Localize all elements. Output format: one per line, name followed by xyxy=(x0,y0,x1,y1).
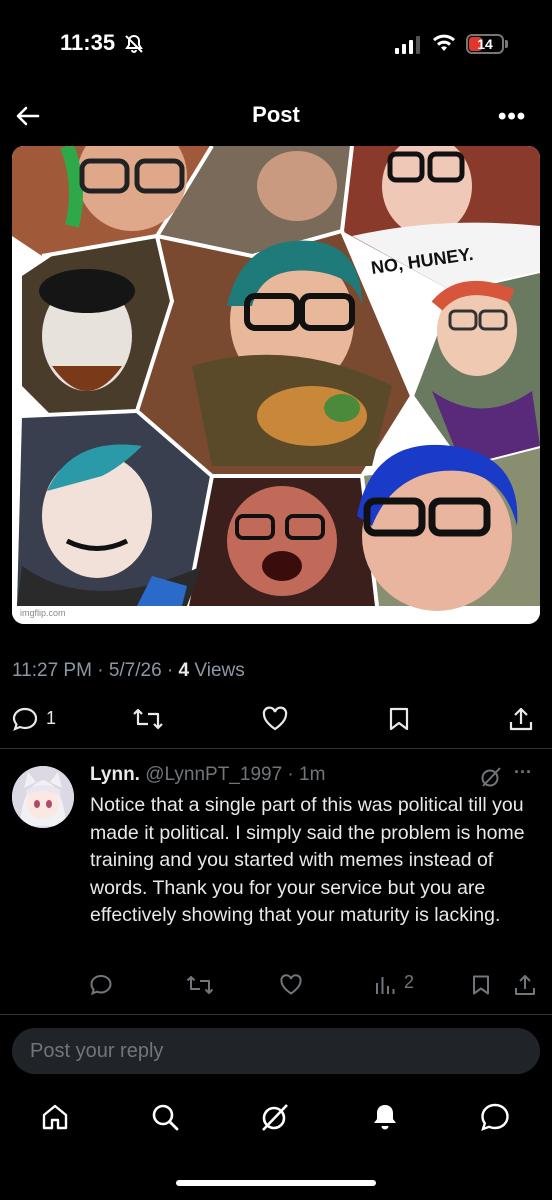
post-meta: 11:27 PM · 5/7/26 · 4 Views xyxy=(12,660,245,681)
battery-nub xyxy=(505,40,508,48)
reply-age: 1m xyxy=(299,764,326,785)
divider xyxy=(0,748,552,749)
bookmark-icon[interactable] xyxy=(470,974,492,996)
reply-text: Notice that a single part of this was po… xyxy=(90,794,525,926)
cellular-signal-icon xyxy=(395,36,420,54)
bookmark-icon[interactable] xyxy=(386,706,412,732)
divider xyxy=(0,1014,552,1015)
post-image[interactable]: NO, HUNEY. imgflip.com xyxy=(12,146,540,624)
avatar-image xyxy=(12,766,74,828)
share-icon[interactable] xyxy=(514,974,536,996)
post-time: 11:27 PM xyxy=(12,660,92,681)
share-icon[interactable] xyxy=(508,706,534,732)
status-time: 11:35 xyxy=(60,30,116,55)
post-actions-bar: 1 xyxy=(0,700,552,740)
grok-icon[interactable] xyxy=(480,766,502,788)
reply-author-name[interactable]: Lynn. xyxy=(90,764,140,785)
reply-author-handle[interactable]: @LynnPT_1997 xyxy=(145,764,282,785)
views-label: Views xyxy=(194,660,245,681)
bottom-nav xyxy=(0,1094,552,1144)
like-heart-icon[interactable] xyxy=(262,706,288,732)
home-indicator xyxy=(176,1180,376,1186)
reply-count: 1 xyxy=(46,708,57,728)
search-icon[interactable] xyxy=(150,1102,180,1132)
collage-image: NO, HUNEY. imgflip.com xyxy=(12,146,540,624)
reply-icon[interactable] xyxy=(12,706,38,732)
reply-input[interactable] xyxy=(12,1028,510,1074)
reply-icon[interactable] xyxy=(90,974,112,996)
views-chart-icon[interactable] xyxy=(374,974,396,996)
wifi-icon xyxy=(433,34,455,51)
messages-icon[interactable] xyxy=(480,1102,510,1132)
reply-more-icon[interactable]: ··· xyxy=(514,762,532,783)
avatar[interactable] xyxy=(12,766,74,828)
post-date: 5/7/26 xyxy=(108,660,162,681)
reply-actions-bar: 2 xyxy=(0,972,552,1002)
battery-level: 14 xyxy=(477,36,493,52)
image-watermark: imgflip.com xyxy=(20,608,66,618)
reply-composer xyxy=(12,1028,540,1074)
views-count: 4 xyxy=(178,660,190,681)
bell-slash-icon xyxy=(125,34,143,53)
notifications-bell-icon[interactable] xyxy=(370,1102,400,1132)
like-heart-icon[interactable] xyxy=(280,974,302,996)
reply-views-count: 2 xyxy=(404,972,415,992)
more-options-icon[interactable]: ••• xyxy=(498,103,526,131)
repost-icon[interactable] xyxy=(132,706,164,732)
home-icon[interactable] xyxy=(40,1102,70,1132)
reply-header: Lynn. @LynnPT_1997 · 1m xyxy=(90,764,326,785)
grok-icon[interactable] xyxy=(260,1102,290,1132)
page-title: Post xyxy=(252,102,300,127)
battery-indicator: 14 xyxy=(466,34,504,54)
repost-icon[interactable] xyxy=(186,974,214,996)
